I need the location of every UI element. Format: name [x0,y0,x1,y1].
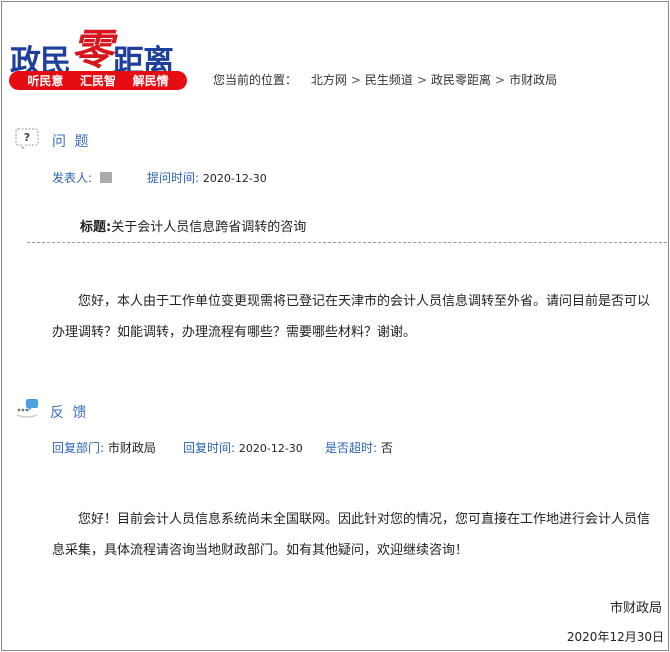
question-subject: 标题:关于会计人员信息跨省调转的咨询 [80,216,306,235]
breadcrumb-item-caizheng[interactable]: 市财政局 [509,73,557,87]
breadcrumb-label: 您当前的位置： [213,73,298,87]
subject-label: 标题: [80,220,112,235]
slogan-item: 解民情 [132,74,169,88]
breadcrumb-item-beifang[interactable]: 北方网 [311,73,347,87]
feedback-body: 您好！目前会计人员信息系统尚未全国联网。因此针对您的情况，您可直接在工作地进行会… [52,512,651,558]
reply-time-value: 2020-12-30 [238,442,303,455]
divider [27,242,667,243]
feedback-date: 2020年12月30日 [566,630,664,644]
breadcrumb-item-zhengmin[interactable]: 政民零距离 [431,73,491,87]
chat-bubble-icon [16,399,38,418]
question-time-value: 2020-12-30 [202,172,267,185]
breadcrumb-item-minsheng[interactable]: 民生频道 [365,73,413,87]
subject-text: 关于会计人员信息跨省调转的咨询 [111,220,307,235]
feedback-section-title: 反 馈 [50,405,89,421]
reply-dept-field: 回复部门: 市财政局 [52,441,156,455]
breadcrumb: 您当前的位置： 北方网 > 民生频道 > 政民零距离 > 市财政局 [213,73,558,87]
slogan-item: 汇民智 [79,74,116,88]
svg-text:?: ? [24,131,30,144]
overtime-field: 是否超时: 否 [325,441,393,455]
question-section-title: 问 题 [52,134,91,150]
question-bubble-icon: ? [15,128,39,151]
slogan-bar: 听民意 汇民智 解民情 [9,71,187,90]
site-logo[interactable]: 政民零距离 [10,14,195,80]
reply-time-field: 回复时间: 2020-12-30 [183,441,303,455]
question-time-field: 提问时间: 2020-12-30 [147,171,267,185]
poster-field: 发表人: [52,169,113,186]
question-body: 您好，本人由于工作单位变更现需将已登记在天津市的会计人员信息调转至外省。请问目前… [52,294,651,340]
feedback-signature: 市财政局 [609,601,662,616]
reply-dept-value: 市财政局 [107,441,156,455]
slogan-item: 听民意 [27,74,64,88]
overtime-value: 否 [380,441,393,455]
poster-avatar [100,172,113,183]
